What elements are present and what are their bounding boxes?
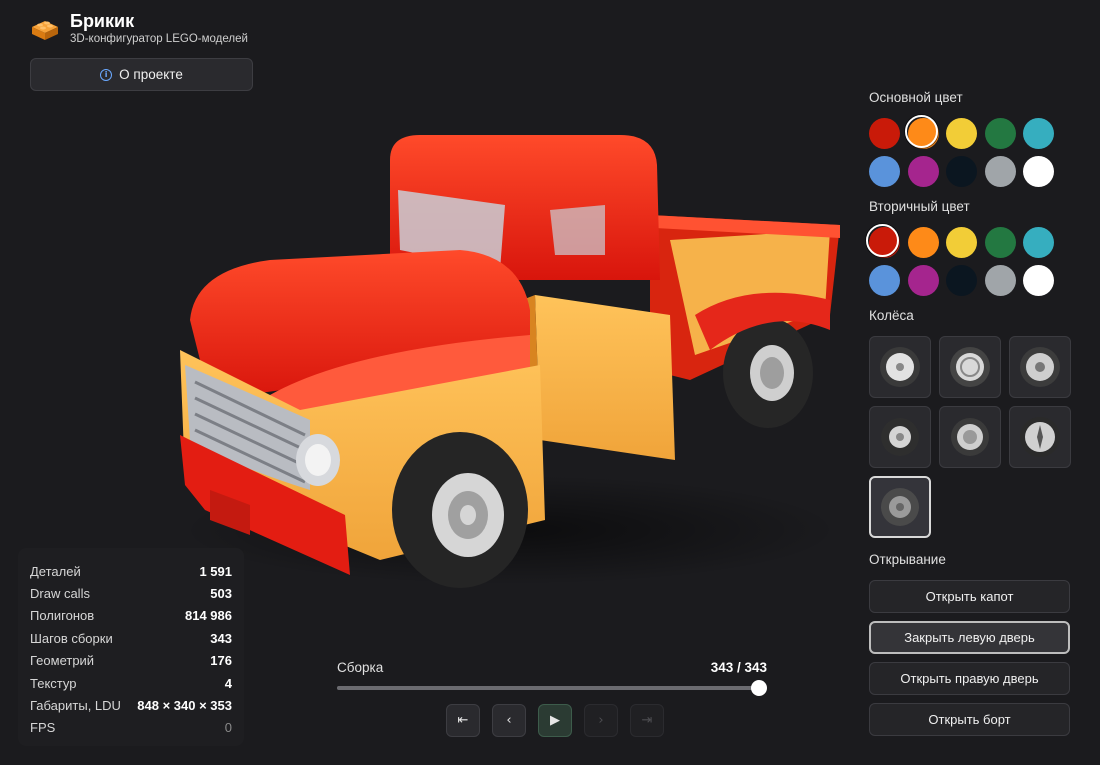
wheel-icon xyxy=(881,418,919,456)
next-step-button[interactable]: › xyxy=(584,704,618,737)
color-swatch[interactable] xyxy=(904,115,939,149)
wheel-icon xyxy=(950,347,990,387)
play-button[interactable]: ▶ xyxy=(538,704,572,737)
config-panel: Основной цвет Вторичный цвет Колёса Откр… xyxy=(866,90,1071,736)
color-swatch[interactable] xyxy=(984,118,1016,149)
primary-color-swatches xyxy=(869,115,1071,187)
stat-label: FPS xyxy=(30,720,56,736)
playback-controls: ⇤ ‹ ▶ › ⇥ xyxy=(446,704,664,737)
assembly-slider-thumb[interactable] xyxy=(751,680,767,696)
color-swatch[interactable] xyxy=(1023,156,1054,187)
stat-value: 176 xyxy=(210,653,232,669)
last-step-button[interactable]: ⇥ xyxy=(630,704,664,737)
about-button[interactable]: i О проекте xyxy=(30,58,253,91)
color-swatch[interactable] xyxy=(907,227,939,258)
wheel-option[interactable] xyxy=(939,406,1001,468)
stat-label: Габариты, LDU xyxy=(30,698,121,714)
stat-row: FPS 0 xyxy=(30,717,232,739)
secondary-color-title: Вторичный цвет xyxy=(869,199,970,214)
stat-row: Деталей 1 591 xyxy=(30,560,232,582)
wheel-icon xyxy=(880,347,920,387)
color-swatch[interactable] xyxy=(869,156,900,187)
info-icon: i xyxy=(100,68,113,81)
stat-row: Геометрий 176 xyxy=(30,650,232,672)
about-button-label: О проекте xyxy=(119,67,183,82)
wheel-icon xyxy=(951,418,989,456)
stat-label: Деталей xyxy=(30,563,81,579)
color-swatch[interactable] xyxy=(1023,118,1054,149)
assembly-slider[interactable] xyxy=(337,680,767,696)
wheel-option[interactable] xyxy=(939,336,1001,398)
stat-value: 848 × 340 × 353 xyxy=(137,698,232,714)
color-swatch[interactable] xyxy=(984,156,1016,187)
color-swatch[interactable] xyxy=(1023,265,1054,296)
color-swatch[interactable] xyxy=(907,156,939,187)
assembly-slider-fill xyxy=(337,686,759,690)
assembly-label: Сборка xyxy=(337,660,384,675)
stat-value: 1 591 xyxy=(199,563,232,579)
wheels-title: Колёса xyxy=(869,308,914,323)
stats-panel: Деталей 1 591 Draw calls 503 Полигонов 8… xyxy=(18,548,244,746)
stat-row: Габариты, LDU 848 × 340 × 353 xyxy=(30,694,232,716)
color-swatch[interactable] xyxy=(866,224,900,258)
color-swatch[interactable] xyxy=(869,118,900,149)
wheel-option[interactable] xyxy=(869,336,931,398)
model-viewport[interactable] xyxy=(150,120,850,600)
wheel-option[interactable] xyxy=(1009,336,1071,398)
color-swatch[interactable] xyxy=(1023,227,1054,258)
color-swatch[interactable] xyxy=(907,265,939,296)
stat-row: Шагов сборки 343 xyxy=(30,627,232,649)
opening-button[interactable]: Закрыть левую дверь xyxy=(869,621,1070,654)
color-swatch[interactable] xyxy=(984,265,1016,296)
opening-title: Открывание xyxy=(869,552,946,567)
stat-row: Draw calls 503 xyxy=(30,582,232,604)
wheel-icon xyxy=(1020,347,1060,387)
wheel-options xyxy=(869,336,1071,538)
stat-label: Draw calls xyxy=(30,586,90,602)
wheel-option[interactable] xyxy=(1009,406,1071,468)
stat-row: Полигонов 814 986 xyxy=(30,605,232,627)
stat-value: 503 xyxy=(210,586,232,602)
stat-value: 4 xyxy=(224,675,232,691)
color-swatch[interactable] xyxy=(946,118,977,149)
wheel-option[interactable] xyxy=(869,476,931,538)
opening-button[interactable]: Открыть капот xyxy=(869,580,1070,613)
stat-label: Шагов сборки xyxy=(30,630,113,646)
assembly-control: Сборка 343 / 343 xyxy=(337,660,767,696)
lego-brick-logo-icon xyxy=(32,21,58,40)
color-swatch[interactable] xyxy=(869,265,900,296)
app-subtitle: 3D-конфигуратор LEGO-моделей xyxy=(70,33,248,45)
opening-buttons: Открыть капот Закрыть левую дверь Открыть … xyxy=(869,580,1071,736)
wheel-option[interactable] xyxy=(869,406,931,468)
app-title: Брикик xyxy=(70,11,135,31)
secondary-color-swatches xyxy=(866,224,1071,296)
stat-value: 343 xyxy=(210,630,232,646)
stat-row: Текстур 4 xyxy=(30,672,232,694)
color-swatch[interactable] xyxy=(984,227,1016,258)
stat-value: 814 986 xyxy=(185,608,232,624)
stat-label: Текстур xyxy=(30,675,77,691)
stat-label: Полигонов xyxy=(30,608,95,624)
assembly-counter: 343 / 343 xyxy=(710,660,767,675)
stat-label: Геометрий xyxy=(30,653,95,669)
opening-button[interactable]: Открыть правую дверь xyxy=(869,662,1070,695)
stat-value: 0 xyxy=(224,720,232,736)
prev-step-button[interactable]: ‹ xyxy=(492,704,526,737)
opening-button[interactable]: Открыть борт xyxy=(869,703,1070,736)
color-swatch[interactable] xyxy=(946,156,977,187)
wheel-icon xyxy=(881,488,919,526)
color-swatch[interactable] xyxy=(946,227,977,258)
first-step-button[interactable]: ⇤ xyxy=(446,704,480,737)
brand: Брикик 3D-конфигуратор LEGO-моделей xyxy=(30,10,248,46)
wheel-icon xyxy=(1020,417,1060,457)
color-swatch[interactable] xyxy=(946,265,977,296)
primary-color-title: Основной цвет xyxy=(869,90,963,105)
